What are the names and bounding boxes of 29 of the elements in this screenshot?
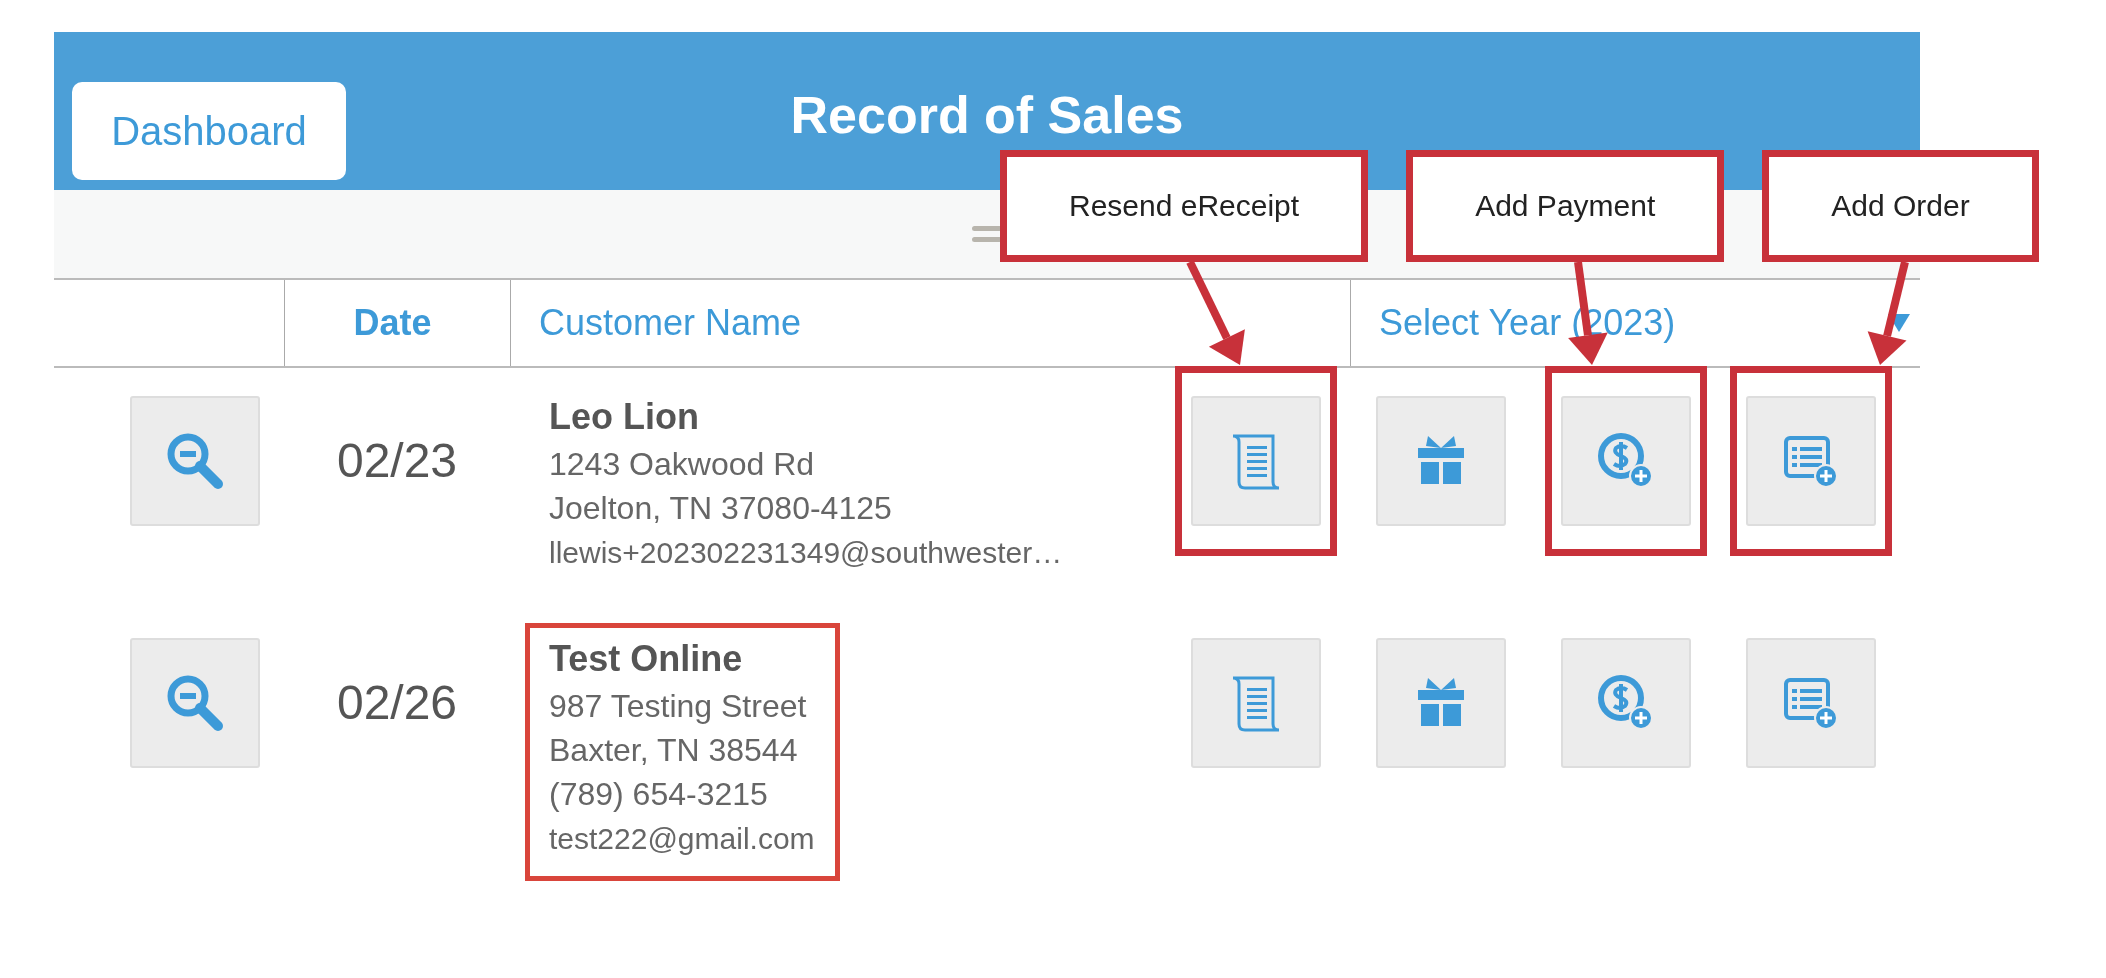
customer-name: Test Online bbox=[549, 638, 744, 680]
resend-receipt-button[interactable] bbox=[1191, 638, 1321, 768]
gift-button[interactable] bbox=[1376, 396, 1506, 526]
customer-detail: Joelton, TN 37080-4125 bbox=[549, 489, 893, 528]
add-payment-button[interactable] bbox=[1561, 638, 1691, 768]
customer-detail: 1243 Oakwood Rd bbox=[549, 445, 816, 484]
callout-label: Add Order bbox=[1762, 150, 2039, 262]
column-header[interactable]: Customer Name bbox=[539, 302, 802, 344]
sale-date: 02/23 bbox=[335, 433, 459, 489]
resend-receipt-button[interactable] bbox=[1191, 396, 1321, 526]
callout-label: Add Payment bbox=[1406, 150, 1725, 262]
customer-detail: Baxter, TN 38544 bbox=[549, 731, 799, 770]
add-payment-button[interactable] bbox=[1561, 396, 1691, 526]
customer-detail: 987 Testing Street bbox=[549, 687, 808, 726]
dashboard-button[interactable]: Dashboard bbox=[72, 82, 346, 180]
add-order-button[interactable] bbox=[1746, 638, 1876, 768]
drag-handle-icon[interactable] bbox=[972, 224, 1002, 244]
page-title: Record of Sales bbox=[790, 85, 1184, 145]
callout-label: Resend eReceipt bbox=[1000, 150, 1369, 262]
add-order-button[interactable] bbox=[1746, 396, 1876, 526]
gift-button[interactable] bbox=[1376, 638, 1506, 768]
customer-email: test222@gmail.com bbox=[549, 821, 815, 857]
column-header[interactable]: Date bbox=[353, 302, 432, 344]
customer-name: Leo Lion bbox=[549, 396, 700, 438]
view-button[interactable] bbox=[130, 396, 260, 526]
customer-email: llewis+202302231349@southwester… bbox=[549, 535, 1063, 571]
customer-detail: (789) 654-3215 bbox=[549, 775, 769, 814]
sale-date: 02/26 bbox=[335, 675, 459, 731]
view-button[interactable] bbox=[130, 638, 260, 768]
